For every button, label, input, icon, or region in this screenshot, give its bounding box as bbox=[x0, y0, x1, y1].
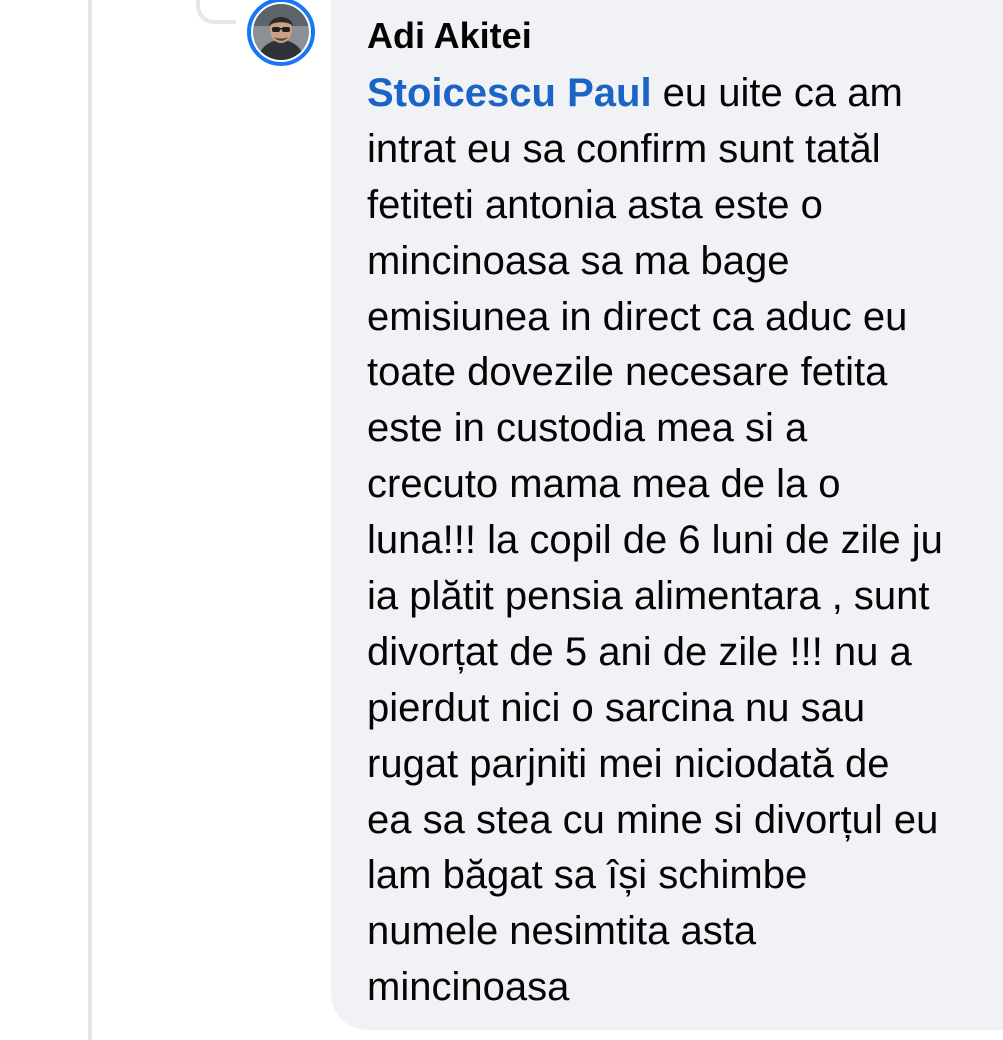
comment-line: mincinoasa sa ma bage bbox=[367, 238, 790, 283]
comment-text: Stoicescu Paul eu uite ca am intrat eu s… bbox=[367, 66, 1003, 1016]
comment-line: lam băgat sa își schimbe bbox=[367, 853, 808, 898]
comment-thread-page: Adi Akitei Stoicescu Paul eu uite ca am … bbox=[0, 0, 1003, 1040]
comment-line: numele nesimtita asta bbox=[367, 909, 757, 954]
user-avatar-icon bbox=[253, 4, 309, 60]
comment-line-text: eu uite ca am bbox=[651, 71, 903, 115]
thread-line bbox=[88, 0, 92, 1040]
comment-author[interactable]: Adi Akitei bbox=[367, 14, 532, 58]
avatar[interactable] bbox=[247, 0, 315, 66]
comment-line: divorțat de 5 ani de zile !!! nu a bbox=[367, 629, 912, 674]
comment-line: fetiteti antonia asta este o bbox=[367, 182, 823, 227]
mention-link[interactable]: Stoicescu Paul bbox=[367, 71, 652, 115]
comment-line: intrat eu sa confirm sunt tatăl bbox=[367, 126, 881, 171]
comment-line: crecuto mama mea de la o bbox=[367, 462, 841, 507]
comment-line: Stoicescu Paul eu uite ca am bbox=[367, 66, 1003, 122]
reply-connector bbox=[196, 0, 236, 24]
comment-line: luna!!! la copil de 6 luni de zile ju bbox=[367, 518, 943, 563]
comment-line: rugat parjniti mei niciodată de bbox=[367, 741, 890, 786]
comment-line: ia plătit pensia alimentara , sunt bbox=[367, 574, 930, 619]
comment-line: emisiunea in direct ca aduc eu bbox=[367, 294, 908, 339]
comment-line: toate dovezile necesare fetita bbox=[367, 350, 888, 395]
comment-line: mincinoasa bbox=[367, 965, 570, 1010]
comment-line: este in custodia mea si a bbox=[367, 406, 808, 451]
comment-line: pierdut nici o sarcina nu sau bbox=[367, 685, 866, 730]
comment-line: ea sa stea cu mine si divorțul eu bbox=[367, 797, 939, 842]
